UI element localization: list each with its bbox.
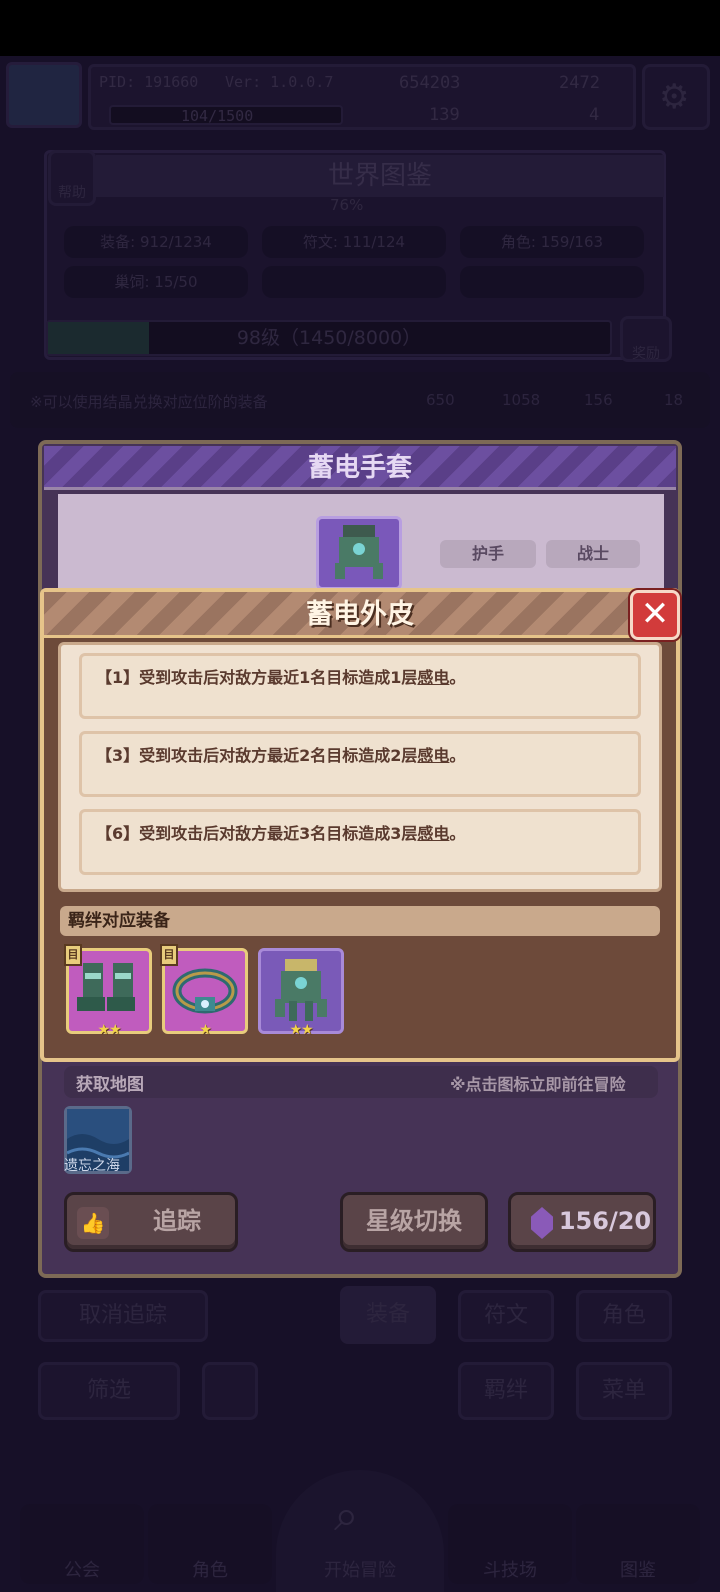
close-button[interactable]: ✕ (630, 590, 680, 640)
popup-title: 蓄电外皮 (306, 599, 414, 630)
bond-equip-bracelet-badge: 目 (160, 944, 178, 966)
effect-6-keyword[interactable]: 感电 (417, 824, 449, 843)
effect-item-6: 【6】受到攻击后对敌方最近3名目标造成3层感电。 (79, 809, 641, 875)
track-label: 追踪 (153, 1207, 201, 1235)
bond-equip-gloves-stars: ★★ (289, 1022, 313, 1038)
tag-warrior: 战士 (546, 540, 640, 568)
crystal-icon (531, 1207, 553, 1239)
effect-1-keyword[interactable]: 感电 (417, 668, 449, 687)
gloves-icon (275, 959, 327, 1021)
crystal-count: 156/20 (558, 1207, 652, 1235)
effect-6-suffix: 。 (449, 824, 466, 843)
map-hint: ※点击图标立即前往冒险 (450, 1075, 626, 1094)
effect-1-suffix: 。 (449, 668, 466, 687)
map-tile-name: 遗忘之海 (64, 1158, 120, 1174)
status-bar (0, 0, 720, 56)
effect-1-text: 【1】受到攻击后对敌方最近1名目标造成1层 (96, 668, 418, 687)
effect-6-text: 【6】受到攻击后对敌方最近3名目标造成3层 (96, 824, 418, 843)
crystal-button[interactable]: 156/20 (508, 1192, 656, 1252)
thumb-up-icon: 👍 (77, 1207, 109, 1239)
item-title: 蓄电手套 (307, 453, 412, 483)
effect-3-text: 【3】受到攻击后对敌方最近2名目标造成2层 (96, 746, 418, 765)
effect-3-suffix: 。 (449, 746, 466, 765)
effect-3-keyword[interactable]: 感电 (417, 746, 449, 765)
star-switch-label: 星级切换 (366, 1207, 462, 1235)
star-switch-button[interactable]: 星级切换 (340, 1192, 488, 1252)
bond-equip-boots-badge: 目 (64, 944, 82, 966)
effects-area: 【1】受到攻击后对敌方最近1名目标造成1层感电。 【3】受到攻击后对敌方最近2名… (58, 642, 662, 892)
item-gloves-icon (316, 516, 402, 590)
bond-equipment-label: 羁绊对应装备 (60, 906, 660, 936)
map-label: 获取地图 (76, 1075, 144, 1095)
bond-equip-boots-stars: ★★ (97, 1022, 121, 1038)
effect-item-1: 【1】受到攻击后对敌方最近1名目标造成1层感电。 (79, 653, 641, 719)
tag-gauntlet: 护手 (440, 540, 536, 568)
bond-equip-bracelet-stars: ★ (199, 1022, 212, 1038)
track-button[interactable]: 👍 追踪 (64, 1192, 238, 1252)
effect-item-3: 【3】受到攻击后对敌方最近2名目标造成2层感电。 (79, 731, 641, 797)
close-icon: ✕ (640, 594, 670, 634)
